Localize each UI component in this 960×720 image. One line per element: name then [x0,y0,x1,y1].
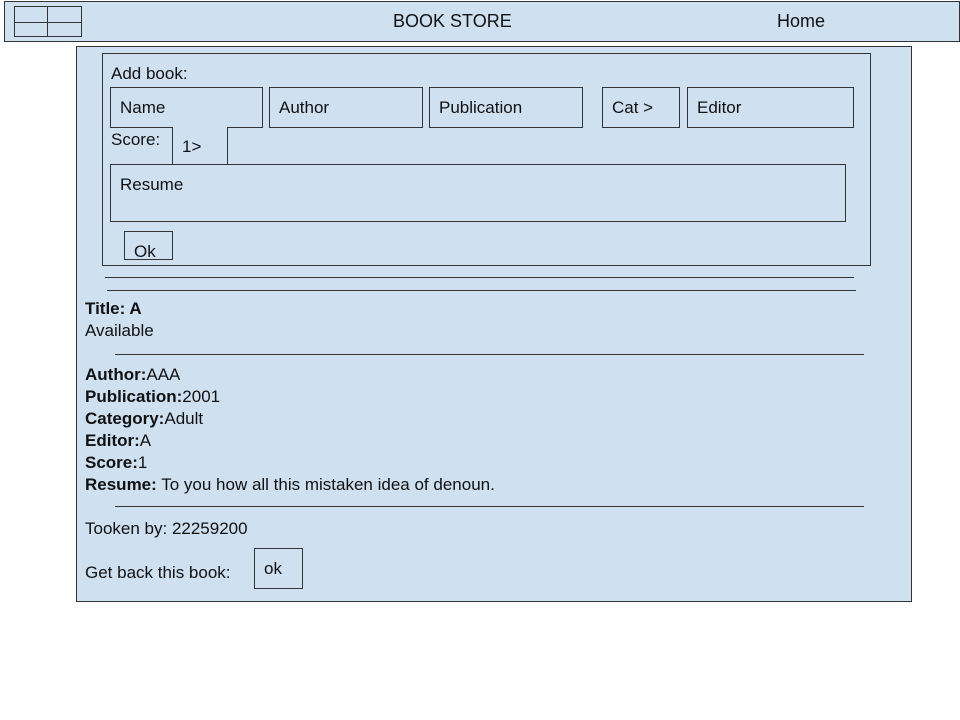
publication-detail: Publication:2001 [85,387,221,406]
menu-icon[interactable] [14,6,82,37]
author-detail: Author:AAA [85,365,181,384]
editor-detail: Editor:A [85,431,152,450]
availability-status: Available [85,321,154,340]
home-link[interactable]: Home [777,11,825,32]
divider [115,354,864,355]
divider [107,290,856,291]
add-book-heading: Add book: [111,64,188,83]
score-label: Score: [111,130,161,149]
book-title: Title: A [85,299,142,318]
category-select[interactable]: Cat > [602,87,680,128]
score-select[interactable]: 1> [172,127,228,165]
resume-field[interactable]: Resume [110,164,846,222]
taken-by: Tooken by: 22259200 [85,519,248,538]
divider [105,277,854,278]
author-field[interactable]: Author [269,87,423,128]
score-detail: Score:1 [85,453,148,472]
get-back-label: Get back this book: [85,563,231,582]
category-detail: Category:Adult [85,409,204,428]
app-title: BOOK STORE [393,11,512,31]
resume-detail: Resume: To you how all this mistaken ide… [85,475,495,494]
editor-field[interactable]: Editor [687,87,854,128]
name-field[interactable]: Name [110,87,263,128]
get-back-button[interactable]: ok [254,548,303,589]
publication-field[interactable]: Publication [429,87,583,128]
ok-button[interactable]: Ok [124,231,173,260]
divider [115,506,864,507]
